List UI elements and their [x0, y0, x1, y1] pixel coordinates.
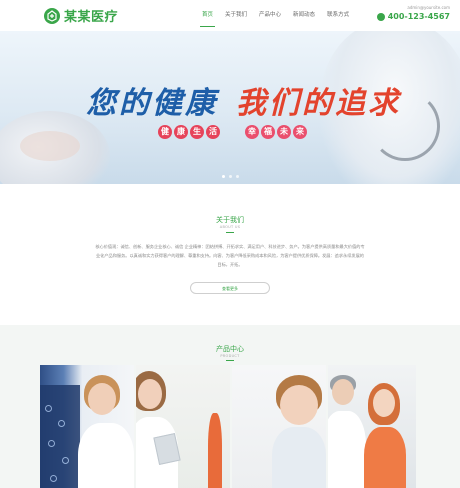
doctor-coat	[78, 423, 134, 488]
view-more-button[interactable]: 查看更多	[190, 282, 270, 294]
banner-hand-skin	[20, 131, 80, 161]
doctor-face	[88, 383, 116, 415]
doctor-face	[332, 379, 354, 405]
patient-face	[373, 389, 395, 417]
products-subtitle: PRODUCT	[220, 354, 240, 358]
main-nav: 首页 关于我们 产品中心 新闻动态 联系方式	[196, 0, 355, 31]
tag-char: 幸	[245, 125, 259, 139]
product-grid	[40, 365, 416, 488]
tag-group-health-life: 健 康 生 活	[158, 125, 222, 139]
header: 某某医疗 首页 关于我们 产品中心 新闻动态 联系方式 admin@yoursi…	[0, 0, 460, 31]
title-divider	[226, 232, 234, 233]
hero-banner: 您的健康 我们的追求 健 康 生 活 幸 福 未 来	[0, 31, 460, 184]
patient-top	[364, 427, 406, 488]
doctor-coat	[328, 411, 366, 488]
nav-item-products[interactable]: 产品中心	[253, 0, 287, 31]
slogan-primary: 您的健康	[86, 86, 218, 121]
products-section: 产品中心 PRODUCT	[0, 325, 460, 488]
tag-char: 福	[261, 125, 275, 139]
tag-group-happy-future: 幸 福 未 来	[245, 125, 309, 139]
side-figure-orange	[208, 413, 222, 488]
logo[interactable]: 某某医疗	[44, 6, 118, 25]
nav-item-about[interactable]: 关于我们	[219, 0, 253, 31]
logo-icon	[44, 7, 60, 24]
about-subtitle: ABOUT US	[219, 225, 241, 229]
carousel-dot[interactable]	[229, 175, 232, 178]
tag-char: 康	[174, 125, 188, 139]
child-shirt	[272, 427, 326, 488]
carousel-dot[interactable]	[222, 175, 225, 178]
contact-block: admin@yoursite.com 400-123-4567	[376, 5, 450, 26]
carousel-dots	[220, 175, 241, 178]
child-face	[280, 385, 318, 425]
carousel-dot[interactable]	[236, 175, 239, 178]
product-card-xray-doctor[interactable]	[40, 365, 134, 488]
phone-row: 400-123-4567	[376, 12, 450, 26]
phone-icon	[376, 12, 385, 26]
nav-item-home[interactable]: 首页	[196, 0, 219, 31]
about-title: 关于我们	[216, 216, 244, 224]
tag-char: 来	[293, 125, 307, 139]
slogan-secondary: 我们的追求	[236, 86, 401, 121]
tag-char: 未	[277, 125, 291, 139]
tag-char: 生	[190, 125, 204, 139]
title-divider	[226, 360, 234, 361]
product-card-nurse-tablet[interactable]	[136, 365, 230, 488]
email-text[interactable]: admin@yoursite.com	[377, 5, 450, 10]
brand-name: 某某医疗	[64, 10, 119, 25]
phone-number: 400-123-4567	[387, 12, 450, 21]
about-section: 关于我们 ABOUT US 核心价值观：诚信、创新、服务企业核心、诚信 企业精神…	[0, 184, 460, 325]
nav-item-contact[interactable]: 联系方式	[321, 0, 355, 31]
nav-item-news[interactable]: 新闻动态	[287, 0, 321, 31]
products-title: 产品中心	[216, 345, 244, 353]
nurse-face	[138, 379, 162, 409]
tag-char: 健	[158, 125, 172, 139]
product-card-child[interactable]	[232, 365, 326, 488]
tag-char: 活	[206, 125, 220, 139]
product-card-doctor-patient[interactable]	[328, 365, 416, 488]
about-description: 核心价值观：诚信、创新、服务企业核心、诚信 企业精神：团结拼搏、开拓求实、满足用…	[95, 244, 365, 267]
xray-film	[40, 385, 80, 488]
